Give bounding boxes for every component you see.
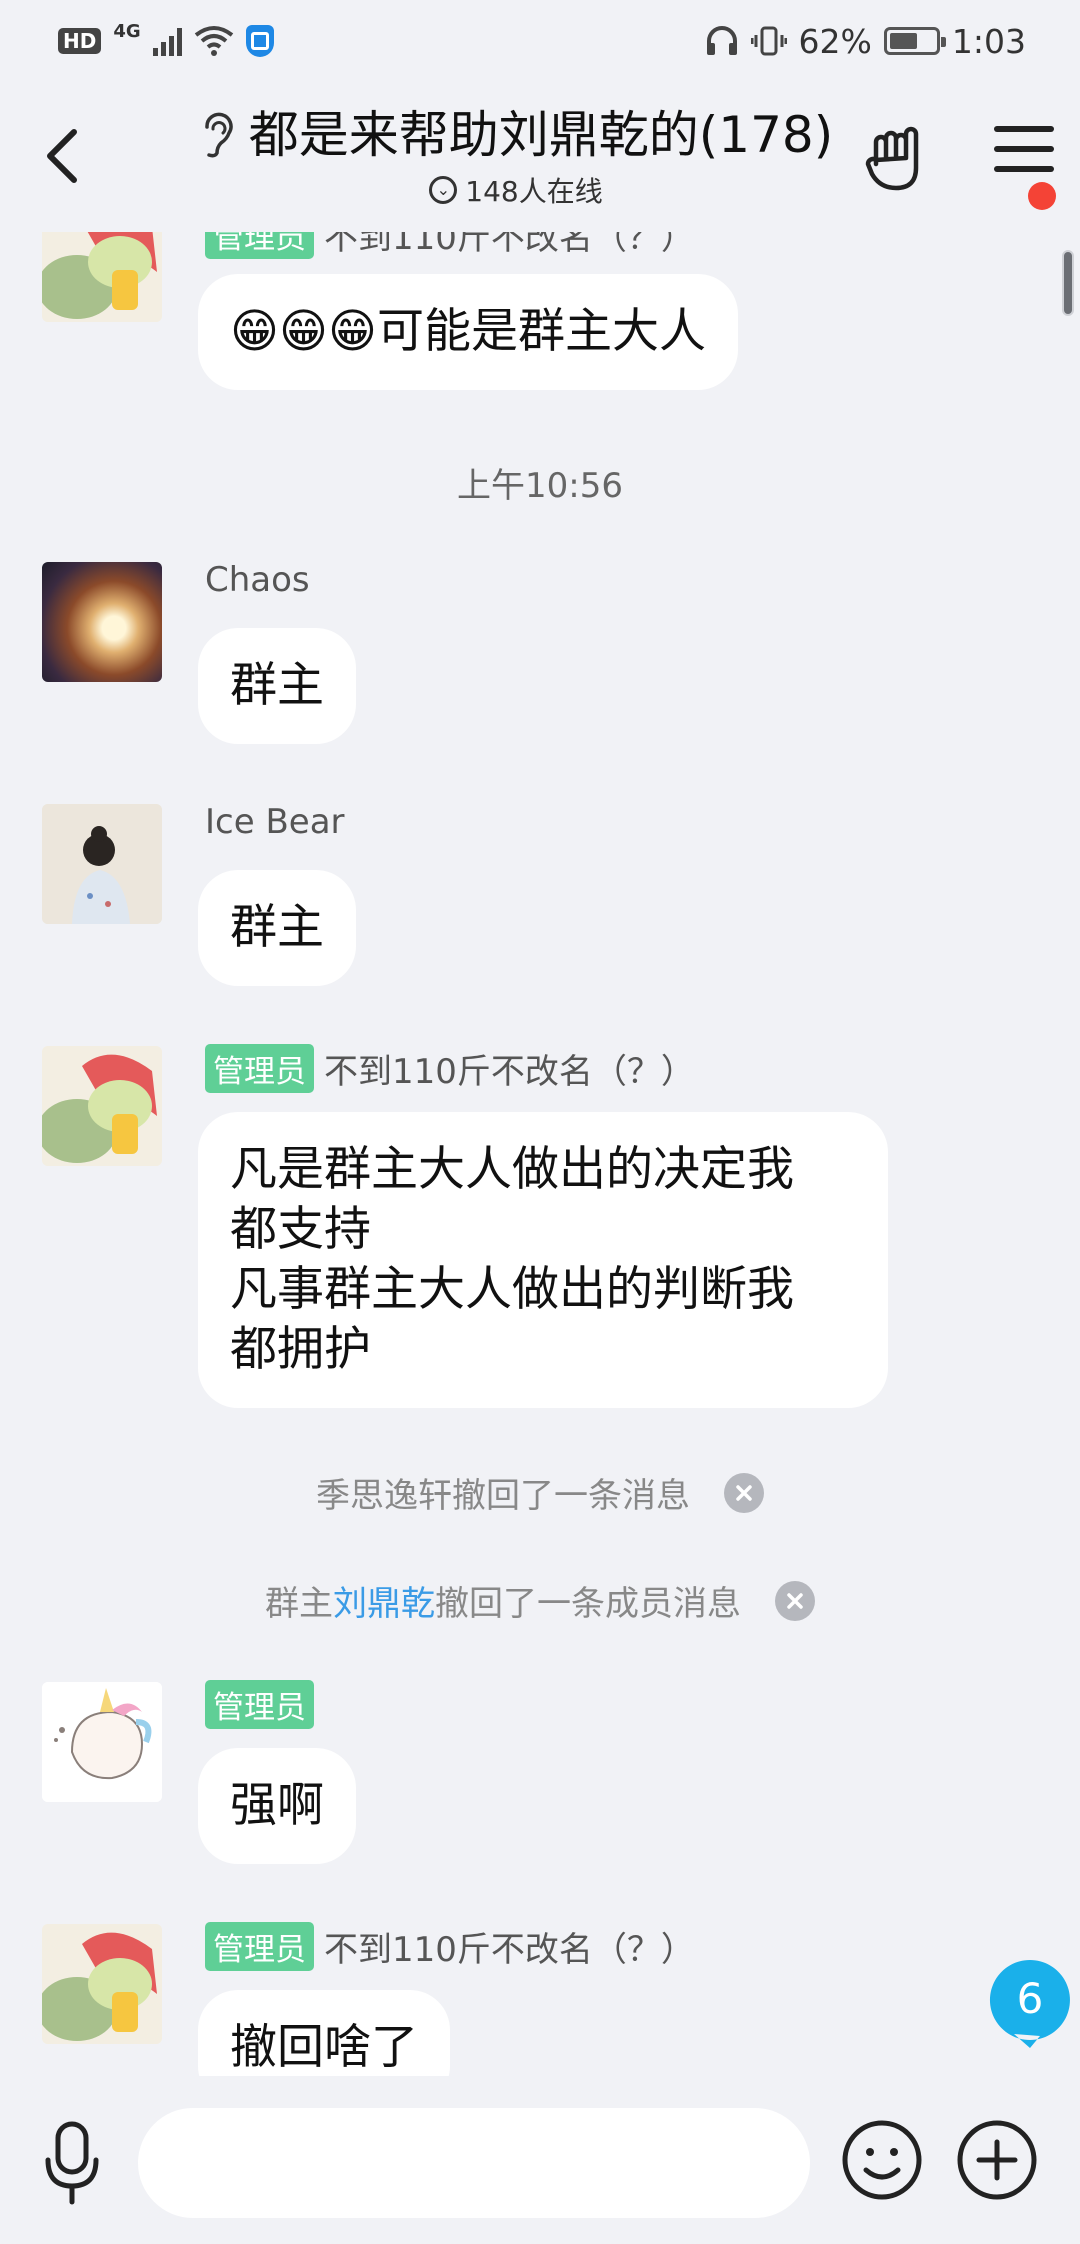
avatar[interactable] [42, 1046, 162, 1166]
battery-icon [883, 27, 946, 55]
battery-percent: 62% [798, 21, 872, 61]
chat-header: 都是来帮助刘鼎乾的(178) ⌄ 148人在线 [0, 82, 1080, 232]
signal-icon [152, 26, 182, 56]
sender-name[interactable]: Ice Bear [205, 802, 345, 842]
avatar[interactable] [42, 232, 162, 322]
owner-link[interactable]: 刘鼎乾 [333, 1584, 435, 1624]
hand-gesture-icon[interactable] [862, 124, 932, 194]
menu-icon[interactable] [994, 126, 1054, 186]
message-bubble[interactable]: 群主 [198, 628, 356, 744]
chevron-down-circle-icon: ⌄ [429, 176, 458, 204]
battery-level [889, 33, 918, 49]
message-bubble[interactable]: 撤回啥了 [198, 1990, 450, 2076]
message-bubble[interactable]: 群主 [198, 870, 356, 986]
input-bar [0, 2076, 1080, 2244]
sender-name[interactable]: 不到110斤不改名（？） [324, 1044, 695, 1093]
message-bubble[interactable]: 凡是群主大人做出的决定我 都支持 凡事群主大人做出的判断我 都拥护 [198, 1112, 888, 1408]
message-bubble[interactable]: 😁😁😁可能是群主大人 [198, 274, 738, 390]
close-icon[interactable] [775, 1580, 815, 1621]
wifi-icon [194, 26, 233, 56]
online-count: 148人在线 [465, 175, 603, 208]
recall-notice: 群主刘鼎乾撤回了一条成员消息 [0, 1576, 1080, 1625]
scrollbar[interactable] [1062, 250, 1074, 316]
plus-icon[interactable] [955, 2118, 1039, 2202]
clock: 1:03 [951, 21, 1026, 61]
chat-title: 都是来帮助刘鼎乾的(178) [186, 102, 846, 168]
ear-icon [205, 112, 233, 158]
admin-badge: 管理员 [205, 1044, 314, 1093]
message-bubble[interactable]: 强啊 [198, 1748, 356, 1864]
hd-icon: HD [58, 28, 102, 54]
vibrate-icon [750, 26, 787, 56]
online-status: ⌄ 148人在线 [186, 170, 846, 210]
shield-icon [245, 25, 274, 57]
avatar[interactable] [42, 804, 162, 924]
group-name: 都是来帮助刘鼎乾的(178) [248, 106, 834, 164]
sender-name[interactable]: 不到110斤不改名（？） [324, 232, 695, 259]
message-list[interactable]: 管理员 不到110斤不改名（？） 😁😁😁可能是群主大人 上午10:56 Chao… [0, 232, 1080, 2076]
status-bar: HD 4G 62% 1:03 [0, 0, 1080, 82]
microphone-icon[interactable] [42, 2120, 102, 2206]
status-right: 62% 1:03 [705, 22, 1026, 61]
admin-badge: 管理员 [205, 1922, 314, 1971]
recall-notice: 季思逸轩撤回了一条消息 [0, 1468, 1080, 1517]
headphones-icon [706, 26, 737, 55]
notification-dot [1028, 182, 1056, 210]
status-left: HD 4G [58, 21, 274, 57]
emoji-icon[interactable] [840, 2118, 924, 2202]
message-input[interactable] [138, 2108, 810, 2218]
sender-label: 管理员 不到110斤不改名（？） [205, 1044, 695, 1093]
close-icon[interactable] [724, 1472, 764, 1513]
notice-text: 群主刘鼎乾撤回了一条成员消息 [265, 1584, 741, 1624]
avatar[interactable] [42, 1682, 162, 1802]
unread-messages-button[interactable]: 6 [970, 1956, 1080, 2048]
back-icon[interactable] [42, 126, 82, 186]
network-type: 4G [113, 20, 141, 42]
sender-label: 管理员 不到110斤不改名（？） [205, 1922, 695, 1971]
sender-name[interactable]: Chaos [205, 560, 310, 600]
time-divider: 上午10:56 [457, 466, 623, 506]
sender-label: 管理员 不到110斤不改名（？） [205, 232, 695, 259]
sender-name[interactable]: 不到110斤不改名（？） [324, 1922, 695, 1971]
sender-label: Ice Bear [205, 802, 345, 842]
admin-badge: 管理员 [205, 232, 314, 259]
sender-label: Chaos [205, 560, 310, 600]
notice-text: 季思逸轩撤回了一条消息 [316, 1476, 690, 1516]
avatar[interactable] [42, 562, 162, 682]
avatar[interactable] [42, 1924, 162, 2044]
sender-label: 管理员 [205, 1680, 314, 1729]
unread-count: 6 [1016, 1974, 1044, 2023]
admin-badge: 管理员 [205, 1680, 314, 1729]
chat-title-area[interactable]: 都是来帮助刘鼎乾的(178) ⌄ 148人在线 [186, 102, 846, 210]
